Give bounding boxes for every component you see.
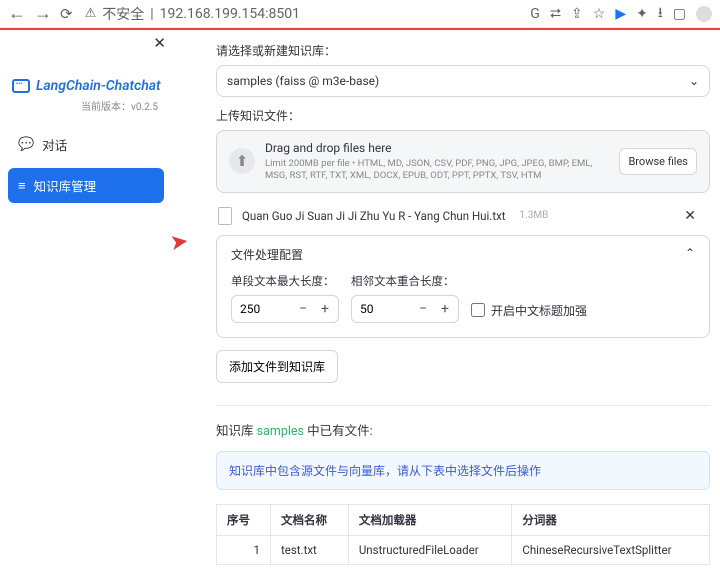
dropzone-heading: Drag and drop files here (265, 141, 609, 155)
cn-title-enhance-checkbox[interactable]: 开启中文标题加强 (471, 302, 587, 319)
existing-files-heading: 知识库 samples 中已有文件: (216, 420, 710, 439)
minus-button[interactable]: − (412, 301, 434, 317)
nav-kb-manage[interactable]: ≡ 知识库管理 (8, 168, 164, 203)
back-button[interactable]: ← (8, 3, 26, 24)
close-sidebar-icon[interactable]: ✕ (153, 34, 166, 52)
dropzone-subtext: Limit 200MB per file • HTML, MD, JSON, C… (265, 158, 609, 182)
chevron-down-icon: ⌄ (689, 74, 699, 88)
brand-text: LangChain-Chatchat (36, 78, 161, 94)
minus-button[interactable]: − (292, 301, 314, 317)
profile-icon[interactable] (696, 6, 712, 22)
overlap-input[interactable] (352, 302, 412, 316)
max-len-stepper[interactable]: − + (231, 295, 339, 323)
browser-extension-icons: G ⮂ ⇪ ☆ ▶ ✦ ⭳ ▢ (530, 2, 712, 26)
main-content: ➤ ➤ 请选择或新建知识库： samples (faiss @ m3e-base… (172, 30, 720, 579)
upload-cloud-icon: ⬆ (229, 148, 255, 174)
uploaded-file-row: Quan Guo Ji Suan Ji Ji Zhu Yu R - Yang C… (216, 203, 710, 235)
table-row[interactable]: 1 test.txt UnstructuredFileLoader Chines… (217, 535, 710, 564)
col-loader: 文档加载器 (348, 504, 512, 535)
copy-icon[interactable]: ▢ (673, 6, 686, 22)
share-icon[interactable]: ⇪ (571, 6, 583, 22)
col-name: 文档名称 (271, 504, 349, 535)
overlap-label: 相邻文本重合长度： (351, 273, 459, 289)
speech-icon: 💬 (18, 137, 34, 152)
forward-button[interactable]: → (34, 3, 52, 24)
insecure-label: 不安全 (102, 4, 144, 24)
kb-name-highlight: samples (257, 424, 304, 439)
add-to-kb-button[interactable]: 添加文件到知识库 (216, 350, 338, 383)
col-index: 序号 (217, 504, 271, 535)
select-kb-label: 请选择或新建知识库： (216, 42, 710, 59)
nav-chat[interactable]: 💬 对话 (8, 127, 164, 162)
cell-name: test.txt (271, 535, 349, 564)
kb-select[interactable]: samples (faiss @ m3e-base) ⌄ (216, 65, 710, 97)
max-len-label: 单段文本最大长度： (231, 273, 339, 289)
reload-button[interactable]: ⟳ (60, 5, 73, 23)
checkbox-input[interactable] (471, 303, 485, 317)
nav-chat-label: 对话 (42, 135, 67, 154)
cell-index: 1 (217, 535, 271, 564)
annotation-arrow-icon: ➤ (172, 229, 190, 256)
divider (216, 405, 710, 406)
translate-icon[interactable]: ⮂ (550, 6, 561, 22)
url-text: 192.168.199.154:8501 (160, 6, 300, 22)
stack-icon: ≡ (18, 178, 26, 194)
file-config-panel: 文件处理配置 ⌃ 单段文本最大长度： − + 相邻文本重合长度： − (216, 235, 710, 338)
browser-address-bar: ← → ⟳ ⚠ 不安全 | 192.168.199.154:8501 G ⮂ ⇪… (0, 0, 720, 28)
nav-kb-label: 知识库管理 (34, 176, 97, 195)
panel-title: 文件处理配置 (231, 246, 303, 263)
col-splitter: 分词器 (512, 504, 710, 535)
version-label: 当前版本：v0.2.5 (8, 98, 158, 113)
file-size: 1.3MB (520, 210, 549, 221)
max-len-input[interactable] (232, 302, 292, 316)
play-icon[interactable]: ▶ (615, 6, 626, 22)
file-name: Quan Guo Ji Suan Ji Ji Zhu Yu R - Yang C… (242, 209, 506, 223)
puzzle-icon[interactable]: ✦ (636, 6, 648, 22)
url-field[interactable]: ⚠ 不安全 | 192.168.199.154:8501 (85, 4, 300, 24)
info-banner: 知识库中包含源文件与向量库，请从下表中选择文件后操作 (216, 451, 710, 490)
collapse-icon[interactable]: ⌃ (685, 246, 695, 263)
overlap-stepper[interactable]: − + (351, 295, 459, 323)
chat-icon (12, 79, 30, 93)
file-dropzone[interactable]: ⬆ Drag and drop files here Limit 200MB p… (216, 130, 710, 193)
brand-logo: LangChain-Chatchat (12, 78, 164, 94)
bookmark-icon[interactable]: ☆ (593, 6, 606, 22)
checkbox-label: 开启中文标题加强 (491, 302, 587, 319)
remove-file-button[interactable]: ✕ (684, 208, 710, 224)
insecure-icon: ⚠ (85, 6, 97, 21)
file-icon (218, 207, 232, 225)
kb-select-value: samples (faiss @ m3e-base) (227, 74, 379, 88)
cell-loader: UnstructuredFileLoader (348, 535, 512, 564)
cell-splitter: ChineseRecursiveTextSplitter (512, 535, 710, 564)
download-icon[interactable]: ⭳ (658, 2, 663, 26)
browse-files-button[interactable]: Browse files (619, 148, 697, 175)
upload-label: 上传知识文件： (216, 107, 710, 124)
plus-button[interactable]: + (434, 301, 456, 317)
sidebar: ✕ LangChain-Chatchat 当前版本：v0.2.5 💬 对话 ≡ … (0, 30, 172, 579)
plus-button[interactable]: + (314, 301, 336, 317)
google-icon[interactable]: G (530, 6, 540, 22)
files-table: 序号 文档名称 文档加载器 分词器 1 test.txt Unstructure… (216, 504, 710, 565)
